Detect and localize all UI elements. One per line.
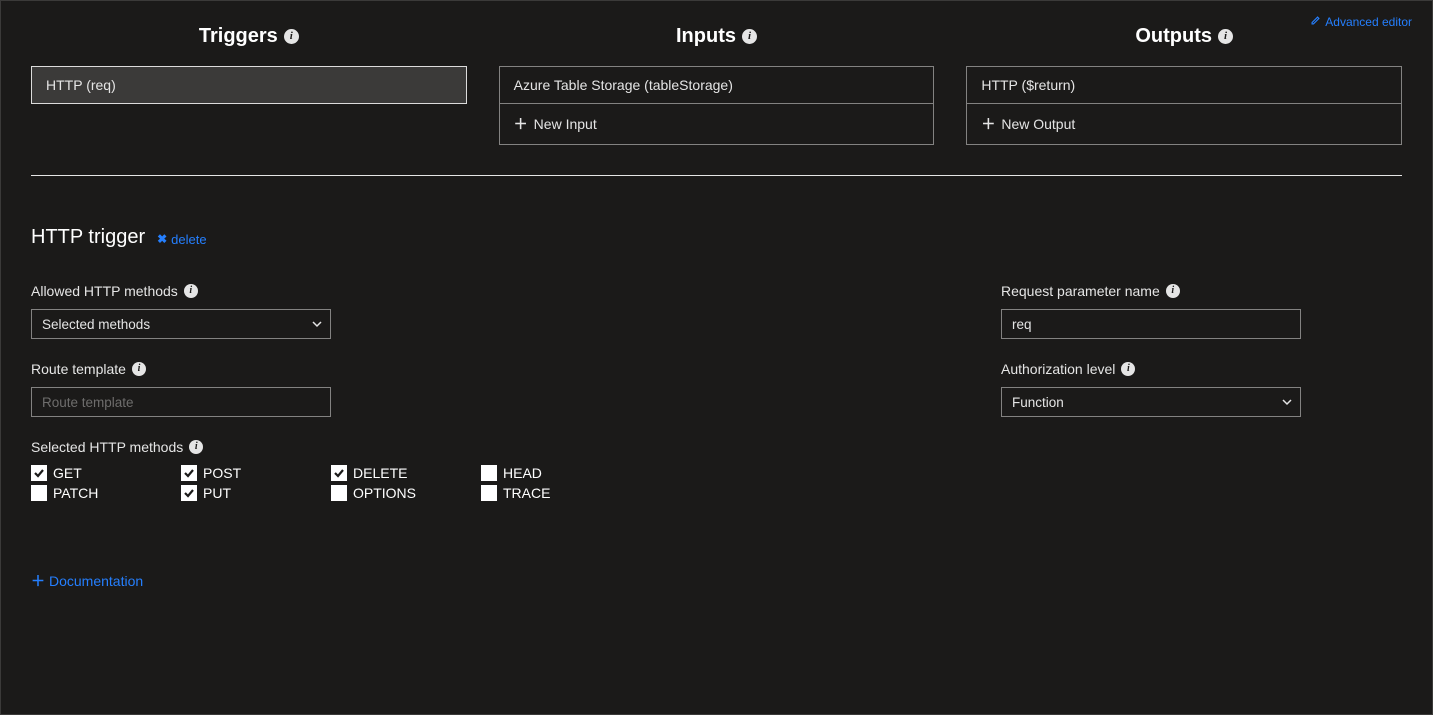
output-item-http[interactable]: HTTP ($return): [966, 66, 1402, 104]
checkbox-mark: [31, 485, 47, 501]
method-label: TRACE: [503, 485, 550, 501]
checkbox-mark: [181, 465, 197, 481]
delete-link[interactable]: ✖ delete: [157, 232, 206, 247]
advanced-editor-link[interactable]: Advanced editor: [1310, 15, 1412, 29]
method-checkbox-put[interactable]: PUT: [181, 485, 331, 501]
outputs-column: Outputs i HTTP ($return) ＋ New Output: [966, 25, 1402, 145]
selected-methods-label-text: Selected HTTP methods: [31, 439, 183, 455]
checkbox-mark: [331, 465, 347, 481]
method-label: GET: [53, 465, 82, 481]
advanced-editor-label: Advanced editor: [1325, 15, 1412, 29]
new-input-button[interactable]: ＋ New Input: [499, 103, 935, 145]
bindings-columns: Triggers i HTTP (req) Inputs i Azure Tab…: [31, 25, 1402, 145]
info-icon[interactable]: i: [1166, 284, 1180, 298]
method-checkbox-trace[interactable]: TRACE: [481, 485, 631, 501]
trigger-item-http[interactable]: HTTP (req): [31, 66, 467, 104]
close-icon: ✖: [157, 232, 167, 246]
auth-level-label: Authorization level i: [1001, 361, 1301, 377]
checkbox-mark: [31, 465, 47, 481]
allowed-methods-label: Allowed HTTP methods i: [31, 283, 631, 299]
auth-level-select[interactable]: [1001, 387, 1301, 417]
form-row: Allowed HTTP methods i Route template i: [31, 283, 1402, 501]
method-checkbox-get[interactable]: GET: [31, 465, 181, 481]
inputs-column: Inputs i Azure Table Storage (tableStora…: [499, 25, 935, 145]
method-checkbox-options[interactable]: OPTIONS: [331, 485, 481, 501]
allowed-methods-select[interactable]: [31, 309, 331, 339]
method-checkbox-post[interactable]: POST: [181, 465, 331, 481]
checkbox-mark: [181, 485, 197, 501]
method-label: OPTIONS: [353, 485, 416, 501]
inputs-title-text: Inputs: [676, 25, 736, 48]
auth-level-value[interactable]: [1001, 387, 1301, 417]
new-output-button[interactable]: ＋ New Output: [966, 103, 1402, 145]
triggers-title: Triggers i: [31, 25, 467, 48]
method-label: PATCH: [53, 485, 98, 501]
input-item-tablestorage[interactable]: Azure Table Storage (tableStorage): [499, 66, 935, 104]
section-divider: [31, 175, 1402, 176]
trigger-item-label: HTTP (req): [46, 77, 116, 93]
outputs-title-text: Outputs: [1135, 25, 1212, 48]
delete-label: delete: [171, 232, 206, 247]
method-checkbox-delete[interactable]: DELETE: [331, 465, 481, 481]
route-template-field: Route template i: [31, 361, 631, 417]
triggers-column: Triggers i HTTP (req): [31, 25, 467, 145]
plus-icon: ＋: [31, 571, 45, 591]
plus-icon: ＋: [981, 114, 995, 134]
allowed-methods-value[interactable]: [31, 309, 331, 339]
method-label: POST: [203, 465, 241, 481]
plus-icon: ＋: [514, 114, 528, 134]
pencil-icon: [1310, 15, 1321, 29]
selected-methods-label: Selected HTTP methods i: [31, 439, 631, 455]
info-icon[interactable]: i: [742, 29, 757, 44]
output-item-label: HTTP ($return): [981, 77, 1075, 93]
inputs-title: Inputs i: [499, 25, 935, 48]
detail-header: HTTP trigger ✖ delete: [31, 226, 1402, 249]
method-label: HEAD: [503, 465, 542, 481]
form-col-right: Request parameter name i Authorization l…: [1001, 283, 1301, 501]
request-param-label: Request parameter name i: [1001, 283, 1301, 299]
route-template-label: Route template i: [31, 361, 631, 377]
route-template-input[interactable]: [31, 387, 331, 417]
info-icon[interactable]: i: [184, 284, 198, 298]
method-label: PUT: [203, 485, 231, 501]
allowed-methods-label-text: Allowed HTTP methods: [31, 283, 178, 299]
new-output-label: New Output: [1001, 116, 1075, 132]
detail-title: HTTP trigger: [31, 226, 145, 249]
checkbox-mark: [331, 485, 347, 501]
request-param-field: Request parameter name i: [1001, 283, 1301, 339]
info-icon[interactable]: i: [1218, 29, 1233, 44]
info-icon[interactable]: i: [132, 362, 146, 376]
method-checkbox-patch[interactable]: PATCH: [31, 485, 181, 501]
allowed-methods-field: Allowed HTTP methods i: [31, 283, 631, 339]
auth-level-field: Authorization level i: [1001, 361, 1301, 417]
info-icon[interactable]: i: [284, 29, 299, 44]
checkbox-mark: [481, 485, 497, 501]
request-param-input[interactable]: [1001, 309, 1301, 339]
form-col-left: Allowed HTTP methods i Route template i: [31, 283, 631, 501]
integrate-page: Advanced editor Triggers i HTTP (req) In…: [0, 0, 1433, 715]
checkbox-mark: [481, 465, 497, 481]
triggers-title-text: Triggers: [199, 25, 278, 48]
route-template-label-text: Route template: [31, 361, 126, 377]
new-input-label: New Input: [534, 116, 597, 132]
input-item-label: Azure Table Storage (tableStorage): [514, 77, 733, 93]
selected-methods-field: Selected HTTP methods i GET POST DELETE HEA…: [31, 439, 631, 501]
method-checkbox-head[interactable]: HEAD: [481, 465, 631, 481]
auth-level-label-text: Authorization level: [1001, 361, 1115, 377]
methods-grid: GET POST DELETE HEAD PATCH PUT OPTIONS TRACE: [31, 465, 631, 501]
method-label: DELETE: [353, 465, 407, 481]
request-param-label-text: Request parameter name: [1001, 283, 1160, 299]
info-icon[interactable]: i: [1121, 362, 1135, 376]
documentation-link[interactable]: ＋ Documentation: [31, 571, 143, 591]
info-icon[interactable]: i: [189, 440, 203, 454]
documentation-label: Documentation: [49, 573, 143, 589]
